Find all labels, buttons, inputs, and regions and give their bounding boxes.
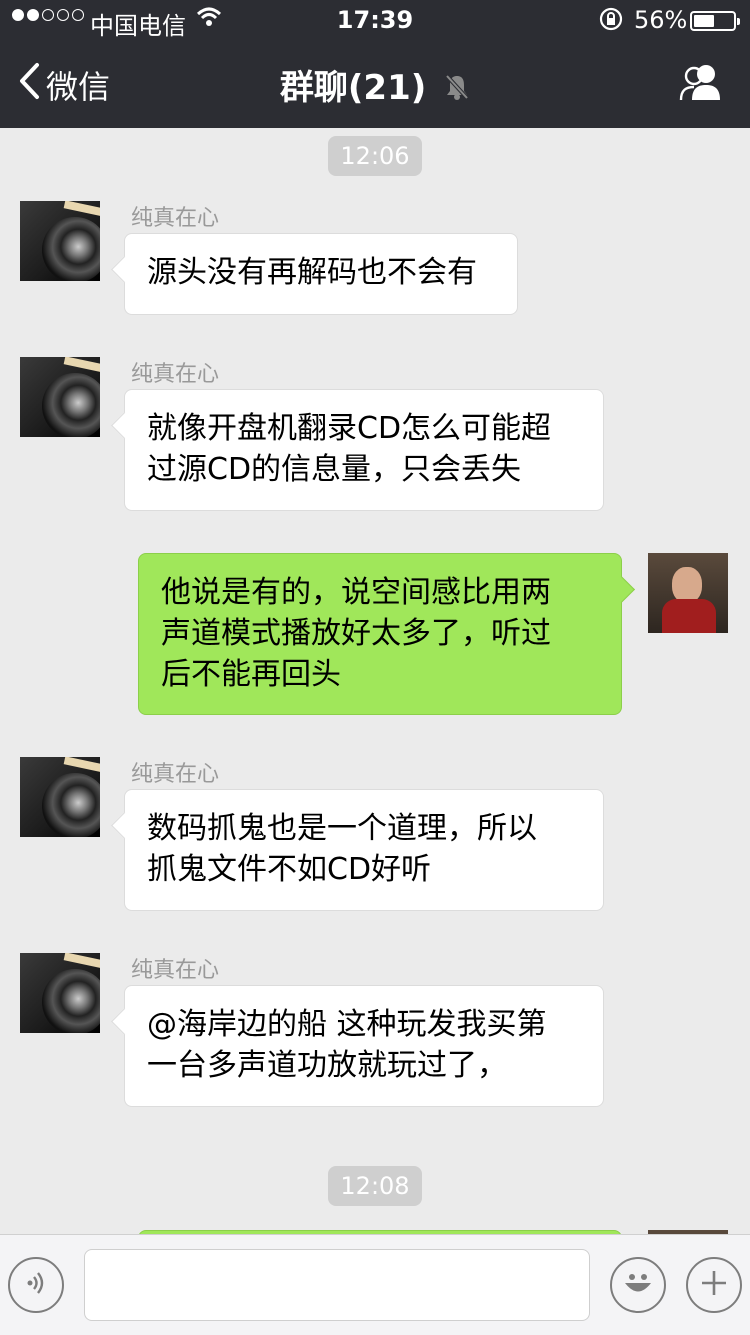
message-text: 源头没有再解码也不会有: [147, 255, 477, 290]
message-text-line: 就像开盘机翻录CD怎么可能超: [147, 411, 552, 446]
emoji-button[interactable]: [610, 1257, 666, 1313]
voice-icon: [21, 1268, 51, 1302]
plus-icon: [699, 1268, 729, 1302]
input-bar: [0, 1234, 750, 1335]
message-text-line: 他说是有的，说空间感比用两: [161, 575, 551, 610]
group-members-icon: [678, 65, 724, 106]
timestamp-label: 12:08: [328, 1166, 422, 1206]
message-text-line: 过源CD的信息量，只会丢失: [147, 452, 522, 487]
avatar[interactable]: [20, 757, 100, 837]
voice-button[interactable]: [8, 1257, 64, 1313]
navigation-bar: 微信 群聊(21): [0, 40, 750, 128]
message-bubble[interactable]: 源头没有再解码也不会有: [124, 233, 518, 315]
group-name: 群聊(21): [279, 68, 427, 108]
status-bar: 中国电信 17:39 56%: [0, 0, 750, 40]
message-bubble[interactable]: 他说是有的，说空间感比用两 声道模式播放好太多了，听过 后不能再回头: [138, 553, 622, 715]
avatar[interactable]: [648, 553, 728, 633]
battery-percentage: 56%: [634, 6, 688, 34]
chat-messages[interactable]: 12:06 纯真在心 源头没有再解码也不会有 纯真在心 就像开盘机翻录CD怎么可…: [0, 128, 750, 1234]
avatar[interactable]: [20, 357, 100, 437]
sender-name: 纯真在心: [131, 762, 220, 787]
sender-name: 纯真在心: [131, 958, 220, 983]
message-bubble[interactable]: @海岸边的船 这种玩发我买第 一台多声道功放就玩过了，: [124, 985, 604, 1107]
chat-title: 群聊(21): [0, 60, 750, 110]
message-text-line: 数码抓鬼也是一个道理，所以: [147, 811, 537, 846]
more-button[interactable]: [686, 1257, 742, 1313]
sender-name: 纯真在心: [131, 362, 220, 387]
message-text-line: @海岸边的船 这种玩发我买第: [147, 1007, 547, 1042]
message-bubble[interactable]: 就像开盘机翻录CD怎么可能超 过源CD的信息量，只会丢失: [124, 389, 604, 511]
battery-icon: [690, 11, 740, 31]
message-text-line: 声道模式播放好太多了，听过: [161, 616, 551, 651]
avatar[interactable]: [20, 201, 100, 281]
avatar[interactable]: [20, 953, 100, 1033]
message-bubble[interactable]: 数码抓鬼也是一个道理，所以 抓鬼文件不如CD好听: [124, 789, 604, 911]
message-text-line: 后不能再回头: [161, 657, 341, 692]
emoji-icon: [621, 1268, 655, 1302]
bell-muted-icon: [444, 70, 470, 110]
group-members-button[interactable]: [678, 62, 724, 106]
message-text-line: 一台多声道功放就玩过了，: [147, 1048, 507, 1083]
timestamp-label: 12:06: [328, 136, 422, 176]
rotation-lock-icon: [598, 6, 624, 38]
sender-name: 纯真在心: [131, 206, 220, 231]
top-bar: 中国电信 17:39 56% 微信 群聊(21): [0, 0, 750, 128]
message-text-line: 抓鬼文件不如CD好听: [147, 852, 432, 887]
message-input[interactable]: [84, 1249, 590, 1321]
timestamp: 12:08: [0, 1166, 750, 1206]
timestamp: 12:06: [0, 136, 750, 176]
